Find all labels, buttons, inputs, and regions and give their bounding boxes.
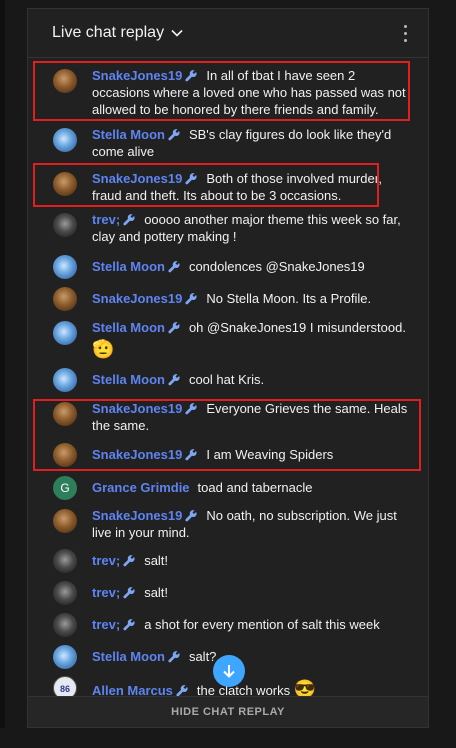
message-text: No Stella Moon. Its a Profile. — [206, 291, 372, 306]
message-text: salt? — [188, 649, 217, 664]
avatar[interactable] — [53, 549, 77, 573]
avatar[interactable] — [53, 509, 77, 533]
chat-panel: Live chat replay SnakeJones19 In all of t… — [27, 8, 429, 728]
avatar[interactable] — [53, 402, 77, 426]
author-name[interactable]: Stella Moon — [92, 372, 165, 387]
message-text: a shot for every mention of salt this we… — [144, 617, 380, 632]
arrow-down-icon — [223, 665, 235, 678]
avatar[interactable] — [53, 287, 77, 311]
message-text: oh @SnakeJones19 I misunderstood. — [188, 320, 406, 335]
avatar[interactable] — [53, 645, 77, 669]
saluting-face-emoji: 🫡 — [92, 339, 115, 359]
chat-mode-dropdown[interactable]: Live chat replay — [52, 24, 184, 42]
wrench-icon — [168, 374, 180, 386]
scroll-to-bottom-button[interactable] — [213, 655, 245, 687]
avatar[interactable] — [53, 321, 77, 345]
message-text: condolences @SnakeJones19 — [188, 259, 365, 274]
avatar[interactable] — [53, 443, 77, 467]
avatar[interactable] — [53, 69, 77, 93]
wrench-icon — [168, 261, 180, 273]
author-name[interactable]: Grance Grimdie — [92, 480, 190, 495]
message-text: ooooo another major theme this week so f… — [92, 212, 401, 244]
wrench-icon — [123, 587, 135, 599]
avatar[interactable] — [53, 581, 77, 605]
chat-header: Live chat replay — [28, 9, 428, 58]
wrench-icon — [185, 293, 197, 305]
wrench-icon — [185, 70, 197, 82]
message-text: cool hat Kris. — [188, 372, 265, 387]
avatar[interactable] — [53, 255, 77, 279]
chevron-down-icon — [171, 29, 183, 37]
author-name[interactable]: Stella Moon — [92, 259, 165, 274]
author-name[interactable]: Stella Moon — [92, 320, 165, 335]
wrench-icon — [123, 619, 135, 631]
wrench-icon — [185, 403, 197, 415]
wrench-icon — [168, 129, 180, 141]
avatar[interactable] — [53, 368, 77, 392]
avatar[interactable] — [53, 613, 77, 637]
wrench-icon — [185, 173, 197, 185]
author-name[interactable]: trev; — [92, 212, 120, 227]
hide-chat-replay-button[interactable]: HIDE CHAT REPLAY — [28, 696, 428, 727]
author-name[interactable]: trev; — [92, 553, 120, 568]
avatar[interactable] — [53, 128, 77, 152]
author-name[interactable]: SnakeJones19 — [92, 401, 182, 416]
wrench-icon — [185, 449, 197, 461]
author-name[interactable]: SnakeJones19 — [92, 68, 182, 83]
message-text: salt! — [144, 553, 169, 568]
author-name[interactable]: Stella Moon — [92, 127, 165, 142]
wrench-icon — [168, 322, 180, 334]
author-name[interactable]: SnakeJones19 — [92, 291, 182, 306]
message-text: salt! — [144, 585, 169, 600]
avatar[interactable]: G — [53, 476, 77, 500]
more-options-icon[interactable] — [402, 23, 408, 43]
wrench-icon — [168, 651, 180, 663]
author-name[interactable]: SnakeJones19 — [92, 447, 182, 462]
left-strip — [0, 0, 5, 728]
author-name[interactable]: trev; — [92, 585, 120, 600]
message-text: I am Weaving Spiders — [206, 447, 334, 462]
author-name[interactable]: SnakeJones19 — [92, 508, 182, 523]
wrench-icon — [123, 214, 135, 226]
message-text: toad and tabernacle — [197, 480, 313, 495]
author-name[interactable]: trev; — [92, 617, 120, 632]
wrench-icon — [185, 510, 197, 522]
wrench-icon — [123, 555, 135, 567]
avatar[interactable] — [53, 213, 77, 237]
author-name[interactable]: SnakeJones19 — [92, 171, 182, 186]
author-name[interactable]: Stella Moon — [92, 649, 165, 664]
chat-title: Live chat replay — [52, 24, 165, 41]
avatar[interactable] — [53, 172, 77, 196]
